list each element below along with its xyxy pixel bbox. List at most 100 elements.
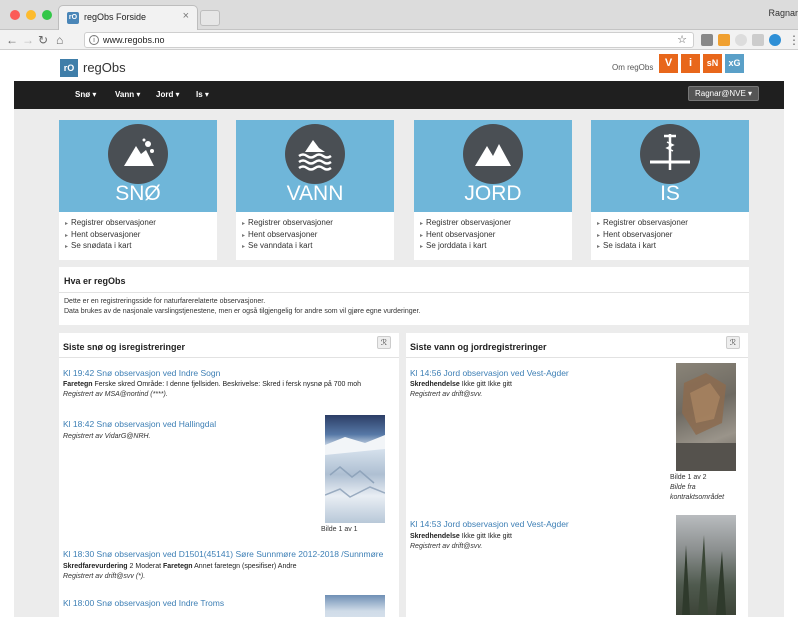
about-text: Dette er en registreringsside for naturf… [64,298,421,315]
rss-extension-icon[interactable] [718,34,730,46]
logo-icon[interactable]: rO [60,59,78,77]
rss-icon[interactable]: ℛ [377,336,391,349]
menu-icon[interactable]: ⋮ [788,32,798,48]
category-title: SNØ [115,182,161,205]
category-card-jord: JORD ▸ Registrer observasjoner ▸ Hent obse… [414,120,572,260]
user-menu[interactable]: Ragnar@NVE ▾ [688,86,760,101]
info-icon[interactable]: i [89,35,99,45]
back-icon[interactable]: ← [6,32,18,48]
link-fetch[interactable]: ▸ Hent observasjoner [597,230,688,242]
browser-tab[interactable]: rO regObs Forside × [58,5,198,30]
category-banner[interactable]: JORD [414,120,572,212]
reload-icon[interactable]: ↻ [38,32,48,48]
page: rO regObs Om regObs V i sN xG Snø ▾ Vann… [14,51,784,617]
observation-link[interactable]: Kl 14:56 Jord observasjon ved Vest-Agder [410,368,569,378]
url-text[interactable]: www.regobs.no [103,35,165,45]
extension-icon[interactable] [752,34,764,46]
nav-item-jord[interactable]: Jord ▾ [156,90,180,99]
category-card-sno: SNØ ▸ Registrer observasjoner ▸ Hent obser… [59,120,217,260]
tab-close-icon[interactable]: × [183,10,189,22]
link-register[interactable]: ▸ Registrer observasjoner [420,218,511,230]
nav-item-sno[interactable]: Snø ▾ [75,90,96,99]
category-banner[interactable]: SNØ [59,120,217,212]
link-fetch[interactable]: ▸ Hent observasjoner [420,230,511,242]
observation-photo[interactable] [325,595,385,617]
snow-ice-panel: Siste snø og isregistreringer ℛ Kl 19:42… [59,333,399,617]
browser-profile-name[interactable]: Ragnar [768,8,798,18]
mountain-icon [463,124,523,184]
observation-link[interactable]: Kl 19:42 Snø observasjon ved Indre Sogn [63,368,220,378]
observation-detail: Skredhendelse Ikke gitt Ikke gitt [410,381,512,388]
observation-link[interactable]: Kl 14:53 Jord observasjon ved Vest-Agder [410,519,569,529]
address-bar[interactable]: i www.regobs.no ☆ [84,32,694,48]
avalanche-icon [108,124,168,184]
category-card-is: IS ▸ Registrer observasjoner ▸ Hent observ… [591,120,749,260]
about-link[interactable]: Om regObs [612,63,653,72]
link-fetch[interactable]: ▸ Hent observasjoner [242,230,333,242]
xg-badge[interactable]: xG [725,54,744,73]
observation-photo[interactable] [676,363,736,471]
info-badge[interactable]: i [681,54,700,73]
link-map[interactable]: ▸ Se jorddata i kart [420,241,511,253]
link-fetch[interactable]: ▸ Hent observasjoner [65,230,156,242]
nav-item-vann[interactable]: Vann ▾ [115,90,140,99]
category-card-vann: VANN ▸ Registrer observasjoner ▸ Hent obse… [236,120,394,260]
category-banner[interactable]: VANN [236,120,394,212]
favicon-icon: rO [67,12,79,24]
category-banner[interactable]: IS [591,120,749,212]
link-map[interactable]: ▸ Se isdata i kart [597,241,688,253]
browser-toolbar: ← → ↻ ⌂ i www.regobs.no ☆ ⋮ [0,30,798,50]
observation-link[interactable]: Kl 18:00 Snø observasjon ved Indre Troms [63,598,224,608]
ice-drill-icon [640,124,700,184]
close-window-button[interactable] [10,10,20,20]
browser-window: rO regObs Forside × Ragnar ← → ↻ ⌂ i www… [0,0,798,617]
photo-description: kontraktsområdet [670,494,725,501]
observation-registered: Registrert av VidarG@NRH. [63,433,151,440]
extension-icon[interactable] [769,34,781,46]
panel-heading: Siste snø og isregistreringer [63,342,186,352]
link-register[interactable]: ▸ Registrer observasjoner [242,218,333,230]
observation-registered: Registrert av drift@svv. [410,391,483,398]
varsom-badge[interactable]: V [659,54,678,73]
nav-item-is[interactable]: Is ▾ [196,90,209,99]
category-title: VANN [286,182,344,205]
observation-detail: Faretegn Ferske skred Område: I denne fj… [63,381,362,388]
extension-icon[interactable] [735,34,747,46]
cast-icon[interactable] [701,34,713,46]
site-logo-text[interactable]: regObs [83,60,126,75]
divider [59,357,399,358]
divider [59,292,749,293]
maximize-window-button[interactable] [42,10,52,20]
category-title: JORD [464,182,522,205]
water-soil-panel: Siste vann og jordregistreringer ℛ Kl 14… [406,333,748,617]
about-box: Hva er regObs Dette er en registreringss… [59,267,749,325]
observation-photo[interactable] [325,415,385,523]
observation-registered: Registrert av drift@svv (*). [63,573,146,580]
rss-icon[interactable]: ℛ [726,336,740,349]
forward-icon[interactable]: → [22,32,34,48]
sn-badge[interactable]: sN [703,54,722,73]
observation-link[interactable]: Kl 18:42 Snø observasjon ved Hallingdal [63,419,216,429]
new-tab-button[interactable] [200,10,220,26]
tab-title: regObs Forside [84,12,147,22]
observation-photo[interactable] [676,515,736,615]
observation-registered: Registrert av drift@svv. [410,543,483,550]
site-header: rO regObs Om regObs V i sN xG [14,51,784,81]
home-icon[interactable]: ⌂ [56,32,63,48]
bookmark-star-icon[interactable]: ☆ [677,33,687,46]
water-icon [285,124,345,184]
observation-registered: Registrert av MSA@nortind (****). [63,391,168,398]
divider [406,357,748,358]
link-register[interactable]: ▸ Registrer observasjoner [597,218,688,230]
link-register[interactable]: ▸ Registrer observasjoner [65,218,156,230]
tab-bar: rO regObs Forside × Ragnar [0,0,798,30]
observation-detail: Skredfarevurdering 2 Moderat Faretegn An… [63,563,297,570]
link-map[interactable]: ▸ Se snødata i kart [65,241,156,253]
about-heading: Hva er regObs [64,276,126,286]
category-title: IS [660,182,680,205]
observation-link[interactable]: Kl 18:30 Snø observasjon ved D1501(45141… [63,549,383,559]
photo-caption: Bilde 1 av 2 [670,474,707,481]
minimize-window-button[interactable] [26,10,36,20]
panel-heading: Siste vann og jordregistreringer [410,342,547,352]
link-map[interactable]: ▸ Se vanndata i kart [242,241,333,253]
